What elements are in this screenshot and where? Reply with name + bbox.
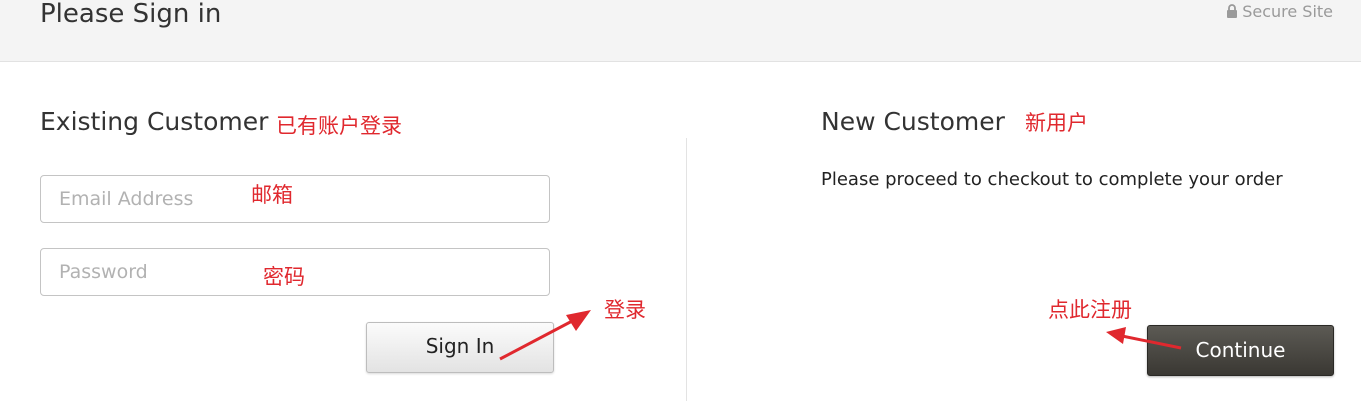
existing-customer-annotation: 已有账户登录 xyxy=(276,114,402,138)
new-customer-heading: New Customer xyxy=(821,107,1005,136)
new-customer-annotation: 新用户 xyxy=(1025,111,1088,135)
continue-button[interactable]: Continue xyxy=(1147,325,1334,376)
email-input[interactable] xyxy=(40,175,550,223)
header-bar: Please Sign in Secure Site xyxy=(0,0,1361,62)
sign-in-annotation: 登录 xyxy=(604,298,646,322)
page-title: Please Sign in xyxy=(40,0,222,29)
new-customer-description: Please proceed to checkout to complete y… xyxy=(821,169,1283,190)
continue-annotation: 点此注册 xyxy=(1048,298,1132,322)
secure-site-badge: Secure Site xyxy=(1226,1,1333,23)
email-annotation: 邮箱 xyxy=(251,183,293,207)
secure-site-label: Secure Site xyxy=(1242,2,1333,21)
lock-icon xyxy=(1227,4,1238,18)
column-divider xyxy=(686,138,687,401)
existing-customer-heading: Existing Customer xyxy=(40,107,269,136)
sign-in-button[interactable]: Sign In xyxy=(366,322,554,373)
password-annotation: 密码 xyxy=(263,265,305,289)
